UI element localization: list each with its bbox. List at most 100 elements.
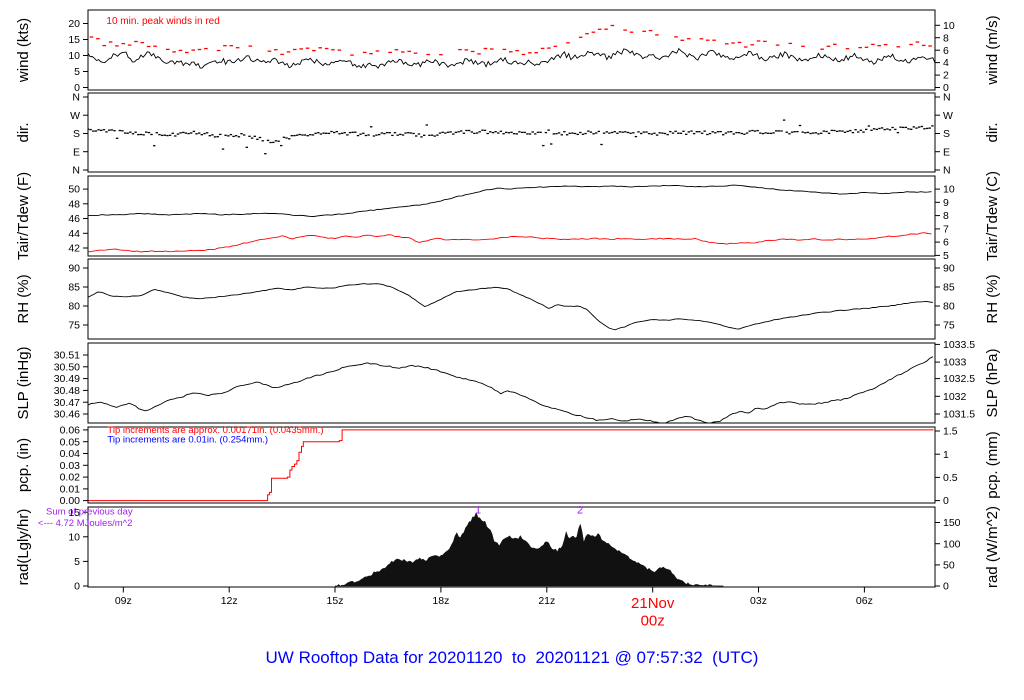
panel-dir: NWSENNWSENdir. dir. [15, 92, 1001, 177]
annotation: 1 [475, 505, 481, 517]
y-tick-label-right: 0 [943, 581, 949, 593]
panel-rh-box [87, 258, 936, 340]
y-tick-label-right: 1032 [943, 391, 967, 403]
y-tick-label-left: 15 [68, 34, 80, 46]
x-tick-label: 21Nov [631, 595, 675, 612]
y-tick-label-right: 0.5 [943, 472, 958, 484]
y-tick-label-left: 0.01 [60, 484, 81, 496]
y-tick-label-left: 0.00 [60, 495, 81, 507]
y-tick-label-left: N [72, 165, 80, 177]
y-tick-label-right: 1033.5 [943, 339, 975, 351]
ylabel-left-pcp: pcp. (in) [15, 438, 32, 492]
ylabel-left-wind: wind (kts) [15, 18, 32, 83]
meteogram-svg: 051015200246810wind (kts) wind (m/s)10 mi… [15, 9, 1001, 630]
ylabel-right-rh: RH (%) [984, 274, 1001, 323]
y-tick-label-left: 46 [68, 213, 80, 225]
ylabel-right-wind: wind (m/s) [984, 15, 1001, 85]
y-tick-label-right: 1031.5 [943, 409, 975, 421]
y-tick-label-right: S [943, 128, 950, 140]
y-tick-label-right: 80 [943, 301, 955, 313]
ylabel-left-rad: rad(Lgly/hr) [15, 509, 32, 586]
x-tick-label: 12z [221, 595, 238, 607]
y-tick-label-right: 5 [943, 250, 949, 262]
y-tick-label-right: 6 [943, 237, 949, 249]
y-tick-label-left: 44 [68, 228, 80, 240]
panel-rad: 051015050100150rad(Lgly/hr) rad (W/m^2)Su… [15, 505, 1001, 593]
y-tick-label-left: 0.02 [60, 472, 81, 484]
y-tick-label-right: 50 [943, 560, 955, 572]
panel-slp: 30.4630.4730.4830.4930.5030.51 1031.5 1032… [15, 339, 1001, 424]
y-tick-label-left: 30.46 [54, 409, 80, 421]
x-tick-label: 00z [641, 613, 665, 630]
y-tick-label-left: 5 [74, 556, 80, 568]
annotation: 2 [577, 505, 583, 517]
x-tick-label: 09z [115, 595, 132, 607]
ylabel-left-slp: SLP (inHg) [15, 346, 32, 419]
x-tick-label: 03z [750, 595, 767, 607]
y-tick-label-left: 10 [68, 50, 80, 62]
y-tick-label-left: 0.03 [60, 460, 81, 472]
panel-pcp: 0.000.010.020.030.040.050.06 0 0.5 1 1.5 pcp.… [15, 425, 1001, 508]
y-tick-label-left: 90 [68, 263, 80, 275]
y-tick-label-right: 1 [943, 449, 949, 461]
y-tick-label-right: 1.5 [943, 426, 958, 438]
y-tick-label-left: 30.48 [54, 385, 80, 397]
ylabel-right-slp: SLP (hPa) [984, 349, 1001, 418]
y-tick-label-right: 9 [943, 197, 949, 209]
y-tick-label-right: 75 [943, 320, 955, 332]
y-tick-label-left: 30.47 [54, 397, 80, 409]
y-tick-label-right: 10 [943, 20, 955, 32]
x-tick-label: 18z [432, 595, 449, 607]
y-tick-label-right: 8 [943, 32, 949, 44]
y-tick-label-right: 4 [943, 57, 949, 69]
y-tick-label-left: 42 [68, 243, 80, 255]
y-tick-label-left: 50 [68, 184, 80, 196]
ylabel-right-dir: dir. [984, 122, 1001, 142]
ylabel-left-dir: dir. [15, 122, 32, 142]
annotation: Sum of previous day [46, 506, 133, 517]
y-tick-label-right: 7 [943, 224, 949, 236]
y-tick-label-left: 30.49 [54, 373, 80, 385]
y-tick-label-left: 0.05 [60, 436, 81, 448]
y-tick-label-left: N [72, 92, 80, 104]
y-tick-label-right: 1033 [943, 357, 967, 369]
ylabel-left-temp: Tair/Tdew (F) [15, 172, 32, 260]
y-tick-label-right: 90 [943, 263, 955, 275]
panel-slp-box [87, 342, 936, 424]
y-tick-label-left: 0.04 [60, 448, 81, 460]
panel-temp: 42 44 46 48 50 567 8910 Tair/Tdew (F) Tair/Tdew … [15, 171, 1001, 262]
annotation: 10 min. peak winds in red [106, 16, 219, 27]
y-tick-label-left: E [73, 146, 80, 158]
y-tick-label-left: 10 [68, 531, 80, 543]
y-tick-label-left: 80 [68, 301, 80, 313]
ylabel-right-temp: Tair/Tdew (C) [984, 171, 1001, 261]
y-tick-label-left: 75 [68, 320, 80, 332]
y-tick-label-left: 30.51 [54, 350, 80, 362]
x-tick-label: 21z [538, 595, 555, 607]
x-tick-label: 06z [856, 595, 873, 607]
y-tick-label-left: 48 [68, 198, 80, 210]
y-tick-label-right: 0 [943, 495, 949, 507]
y-tick-label-right: 6 [943, 45, 949, 57]
meteogram-figure: 0 5 10 15 20 0 2 4 6 8 10 wind (kts) wind (m/s) 10 mi… [0, 0, 1024, 700]
y-tick-label-right: N [943, 165, 951, 177]
y-tick-label-right: 100 [943, 538, 961, 550]
panel-temp-box [87, 175, 936, 257]
y-tick-label-right: N [943, 92, 951, 104]
y-tick-label-right: 10 [943, 184, 955, 196]
annotation: Tip increments are 0.01in. (0.254mm.) [107, 434, 268, 445]
y-tick-label-left: 0.06 [60, 425, 81, 437]
panel-rh: 75 80 85 90 75 80 85 90 RH (%) RH (%) [15, 258, 1001, 340]
x-tick-label: 15z [327, 595, 344, 607]
y-tick-label-right: 1032.5 [943, 373, 975, 385]
y-tick-label-left: 20 [68, 18, 80, 30]
ylabel-right-pcp: pcp. (mm) [984, 431, 1001, 499]
y-tick-label-right: 2 [943, 70, 949, 82]
y-tick-label-left: 5 [74, 66, 80, 78]
y-tick-label-left: 30.50 [54, 361, 80, 373]
y-tick-label-right: W [943, 110, 953, 122]
x-axis: 09z 12z 15z 18z 21z 21Nov00z 03z 06z [115, 587, 873, 630]
y-tick-label-right: 8 [943, 210, 949, 222]
chart-title: UW Rooftop Data for 20201120 to 20201121… [265, 648, 759, 667]
y-tick-label-left: 0 [74, 581, 80, 593]
